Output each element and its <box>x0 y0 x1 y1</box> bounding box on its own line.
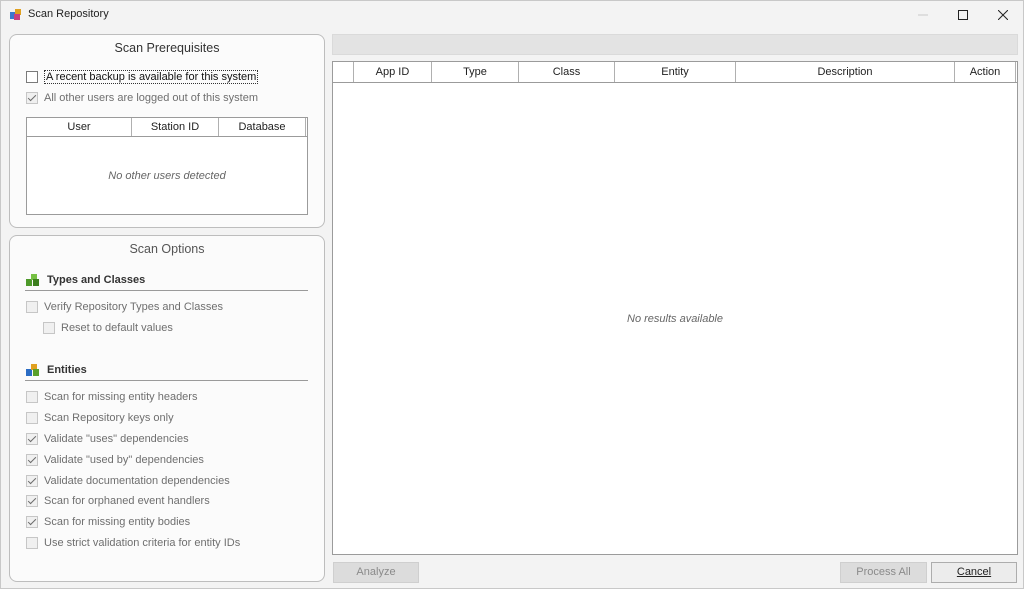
column-header-user[interactable]: User <box>27 118 132 136</box>
users-table[interactable]: User Station ID Database No other users … <box>26 117 308 215</box>
users-logged-out-checkbox-row: All other users are logged out of this s… <box>26 90 258 106</box>
scan-progress-bar <box>332 34 1018 55</box>
analyze-button[interactable]: Analyze <box>333 562 419 583</box>
results-table[interactable]: App ID Type Class Entity Description Act… <box>332 61 1018 555</box>
maximize-icon <box>958 9 968 20</box>
column-header-database[interactable]: Database <box>219 118 306 136</box>
users-empty-message: No other users detected <box>108 170 226 182</box>
keys-only-checkbox <box>26 412 38 424</box>
reset-defaults-label: Reset to default values <box>61 322 173 334</box>
column-header-class[interactable]: Class <box>519 62 615 82</box>
column-header-station-id[interactable]: Station ID <box>132 118 219 136</box>
validate-docs-checkbox-row: Validate documentation dependencies <box>26 473 230 489</box>
missing-bodies-checkbox-row: Scan for missing entity bodies <box>26 514 190 530</box>
validate-used-by-label: Validate "used by" dependencies <box>44 454 204 466</box>
verify-types-checkbox-row: Verify Repository Types and Classes <box>26 299 223 315</box>
reset-defaults-checkbox-row: Reset to default values <box>43 320 173 336</box>
column-header-app-id[interactable]: App ID <box>354 62 432 82</box>
validate-uses-label: Validate "uses" dependencies <box>44 433 189 445</box>
title-bar: Scan Repository <box>1 1 1023 28</box>
validate-used-by-checkbox <box>26 454 38 466</box>
orphaned-handlers-label: Scan for orphaned event handlers <box>44 495 210 507</box>
validate-docs-checkbox <box>26 475 38 487</box>
keys-only-checkbox-row: Scan Repository keys only <box>26 410 174 426</box>
entities-section-divider <box>25 380 308 381</box>
options-title: Scan Options <box>129 242 205 256</box>
entities-icon <box>25 363 41 377</box>
types-classes-icon <box>25 273 41 287</box>
close-button[interactable] <box>983 1 1023 28</box>
types-section-title: Types and Classes <box>47 274 146 286</box>
backup-checkbox[interactable] <box>26 71 38 83</box>
keys-only-label: Scan Repository keys only <box>44 412 174 424</box>
column-header-select[interactable] <box>333 62 354 82</box>
types-section-divider <box>25 290 308 291</box>
results-table-header: App ID Type Class Entity Description Act… <box>333 62 1017 83</box>
window-title: Scan Repository <box>28 8 109 20</box>
column-header-entity[interactable]: Entity <box>615 62 736 82</box>
users-table-header: User Station ID Database <box>27 118 307 137</box>
validate-docs-label: Validate documentation dependencies <box>44 475 230 487</box>
scan-repository-window: Scan Repository Scan Prerequisites A rec… <box>0 0 1024 589</box>
column-header-description[interactable]: Description <box>736 62 955 82</box>
strict-validation-checkbox-row: Use strict validation criteria for entit… <box>26 535 240 551</box>
minimize-icon <box>918 14 928 15</box>
column-header-action[interactable]: Action <box>955 62 1016 82</box>
validate-uses-checkbox <box>26 433 38 445</box>
missing-headers-checkbox-row: Scan for missing entity headers <box>26 389 197 405</box>
missing-headers-checkbox <box>26 391 38 403</box>
validate-used-by-checkbox-row: Validate "used by" dependencies <box>26 452 204 468</box>
backup-checkbox-label[interactable]: A recent backup is available for this sy… <box>44 70 259 84</box>
orphaned-handlers-checkbox-row: Scan for orphaned event handlers <box>26 493 210 509</box>
users-logged-out-checkbox <box>26 92 38 104</box>
missing-bodies-label: Scan for missing entity bodies <box>44 516 191 528</box>
entities-section-title: Entities <box>47 364 87 376</box>
minimize-button[interactable] <box>903 1 943 28</box>
entities-section-heading: Entities <box>25 363 87 377</box>
validate-uses-checkbox-row: Validate "uses" dependencies <box>26 431 189 447</box>
types-section-heading: Types and Classes <box>25 273 145 287</box>
app-icon <box>9 7 23 21</box>
results-empty-message: No results available <box>627 313 723 325</box>
maximize-button[interactable] <box>943 1 983 28</box>
close-icon <box>998 9 1008 20</box>
verify-types-label: Verify Repository Types and Classes <box>44 301 223 313</box>
strict-validation-label: Use strict validation criteria for entit… <box>44 537 241 549</box>
cancel-button[interactable]: Cancel <box>931 562 1017 583</box>
users-logged-out-label: All other users are logged out of this s… <box>44 92 258 104</box>
prerequisites-title: Scan Prerequisites <box>114 41 220 55</box>
reset-defaults-checkbox <box>43 322 55 334</box>
column-header-type[interactable]: Type <box>432 62 519 82</box>
missing-headers-label: Scan for missing entity headers <box>44 391 198 403</box>
process-all-button[interactable]: Process All <box>840 562 927 583</box>
missing-bodies-checkbox <box>26 516 38 528</box>
verify-types-checkbox <box>26 301 38 313</box>
backup-checkbox-row[interactable]: A recent backup is available for this sy… <box>26 69 259 85</box>
orphaned-handlers-checkbox <box>26 495 38 507</box>
strict-validation-checkbox <box>26 537 38 549</box>
